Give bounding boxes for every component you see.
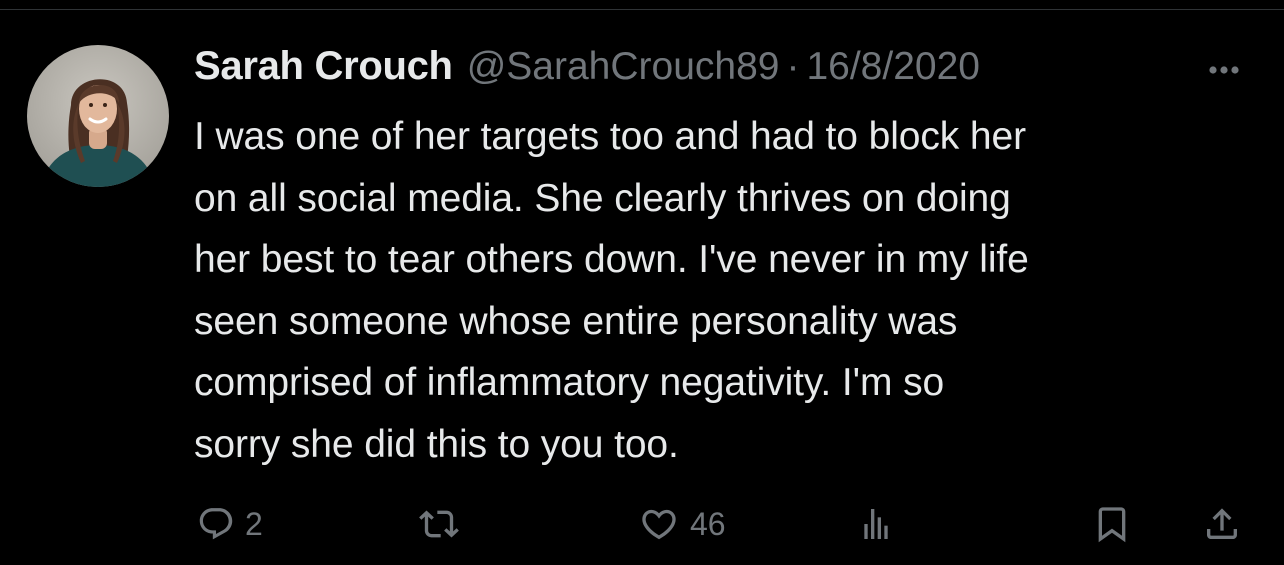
tweet-header: Sarah Crouch @SarahCrouch89 · 16/8/2020 — [194, 44, 980, 90]
more-button[interactable] — [1198, 60, 1250, 80]
reply-count: 2 — [245, 505, 263, 542]
avatar[interactable] — [27, 45, 169, 187]
retweet-button[interactable] — [416, 496, 462, 552]
like-count: 46 — [690, 505, 726, 542]
tweet-date[interactable]: 16/8/2020 — [806, 45, 980, 89]
tweet-text: I was one of her targets too and had to … — [194, 115, 1029, 466]
heart-icon — [642, 509, 676, 540]
bookmark-button[interactable] — [1092, 496, 1132, 552]
views-button[interactable] — [856, 496, 896, 552]
reply-icon — [199, 508, 233, 540]
analytics-icon — [864, 509, 888, 539]
top-divider — [0, 9, 1284, 10]
reply-button[interactable]: 2 — [197, 496, 263, 552]
retweet-icon — [419, 510, 459, 538]
author-handle[interactable]: @SarahCrouch89 — [467, 45, 780, 89]
action-bar: 2 46 — [0, 496, 1284, 552]
header-separator: · — [786, 45, 800, 88]
more-icon — [1209, 66, 1239, 74]
like-button[interactable]: 46 — [638, 496, 726, 552]
avatar-image — [41, 79, 155, 187]
author-name[interactable]: Sarah Crouch — [194, 44, 453, 89]
share-button[interactable] — [1202, 496, 1242, 552]
share-icon — [1207, 508, 1237, 539]
bookmark-icon — [1098, 507, 1126, 543]
